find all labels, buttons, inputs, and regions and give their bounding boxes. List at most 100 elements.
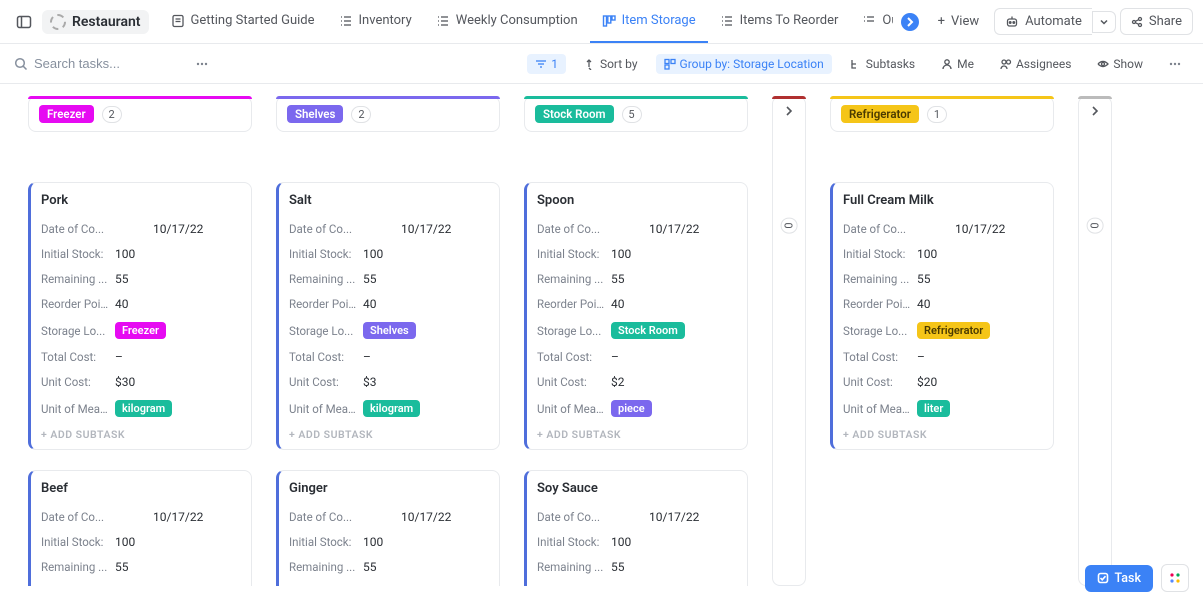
card-title: Salt	[289, 193, 489, 208]
task-card[interactable]: Pork Date of Co...10/17/22 Initial Stock…	[28, 182, 252, 450]
show-button[interactable]: Show	[1089, 54, 1151, 74]
field-value: 100	[363, 535, 383, 549]
automate-label: Automate	[1025, 14, 1082, 29]
tab-label: Inventory	[359, 13, 412, 28]
tab-label: Ou	[882, 13, 892, 28]
field-label: Total Cost:	[41, 350, 109, 364]
field-label: Date of Co...	[289, 222, 357, 236]
task-card[interactable]: Spoon Date of Co...10/17/22 Initial Stoc…	[524, 182, 748, 450]
card-title: Pork	[41, 193, 241, 208]
add-view-button[interactable]: + View	[927, 8, 991, 35]
column-header[interactable]: Shelves 2	[276, 96, 500, 132]
filter-count: 1	[551, 57, 558, 71]
field-value: 55	[115, 272, 129, 286]
collapsed-column[interactable]: 0	[1078, 96, 1112, 586]
sort-button[interactable]: Sort by	[576, 54, 646, 74]
filter-chip[interactable]: 1	[527, 54, 566, 74]
subtasks-button[interactable]: Subtasks	[842, 54, 923, 74]
field-value: 100	[917, 247, 937, 261]
board-column-freezer: Freezer 2 Pork Date of Co...10/17/22 Ini…	[28, 96, 252, 586]
uom-tag: kilogram	[115, 400, 172, 417]
tab-label: Items To Reorder	[740, 13, 839, 28]
task-card[interactable]: Soy Sauce Date of Co...10/17/22 Initial …	[524, 470, 748, 586]
toolbar-more-icon[interactable]	[1161, 50, 1189, 78]
field-value: 55	[611, 272, 625, 286]
column-cards: Full Cream Milk Date of Co...10/17/22 In…	[830, 182, 1054, 450]
field-label: Reorder Poi...	[289, 297, 357, 311]
tabs-scroll-right[interactable]	[901, 13, 919, 31]
column-tag: Freezer	[39, 105, 94, 123]
field-value: 40	[363, 297, 377, 311]
share-button[interactable]: Share	[1120, 8, 1193, 35]
column-header[interactable]: Refrigerator 1	[830, 96, 1054, 132]
view-toolbar: 1 Sort by Group by: Storage Location Sub…	[0, 44, 1203, 84]
task-card[interactable]: Full Cream Milk Date of Co...10/17/22 In…	[830, 182, 1054, 450]
uom-tag: piece	[611, 400, 652, 417]
share-label: Share	[1149, 14, 1182, 29]
field-value: 10/17/22	[955, 222, 1005, 236]
board-column-refrigerator: Refrigerator 1 Full Cream Milk Date of C…	[830, 96, 1054, 586]
column-cards: Spoon Date of Co...10/17/22 Initial Stoc…	[524, 182, 748, 586]
sort-label: Sort by	[600, 57, 638, 71]
column-header[interactable]: Stock Room 5	[524, 96, 748, 132]
field-label: Total Cost:	[537, 350, 605, 364]
field-label: Initial Stock:	[537, 535, 605, 549]
task-card[interactable]: Ginger Date of Co...10/17/22 Initial Sto…	[276, 470, 500, 586]
field-value: 40	[611, 297, 625, 311]
add-subtask-button[interactable]: + ADD SUBTASK	[41, 428, 241, 441]
tab-out-of-stock[interactable]: Ou	[850, 0, 892, 43]
collapsed-column[interactable]: 0	[772, 96, 806, 586]
field-value: $3	[363, 375, 377, 389]
assignees-button[interactable]: Assignees	[992, 54, 1079, 74]
list-icon	[720, 14, 734, 28]
task-card[interactable]: Salt Date of Co...10/17/22 Initial Stock…	[276, 182, 500, 450]
field-value: 100	[611, 535, 631, 549]
tab-inventory[interactable]: Inventory	[327, 0, 424, 43]
search-icon	[14, 57, 28, 71]
search-input[interactable]	[34, 56, 174, 71]
add-subtask-button[interactable]: + ADD SUBTASK	[289, 428, 489, 441]
field-label: Storage Lo...	[843, 324, 911, 338]
apps-button[interactable]	[1161, 564, 1189, 592]
workspace-name: Restaurant	[72, 14, 141, 30]
field-label: Unit Cost:	[537, 375, 605, 389]
tab-label: Item Storage	[622, 13, 696, 28]
field-value: 10/17/22	[649, 510, 699, 524]
automate-dropdown[interactable]	[1092, 11, 1116, 33]
search-more-icon[interactable]	[188, 50, 216, 78]
field-label: Total Cost:	[843, 350, 911, 364]
field-label: Date of Co...	[41, 510, 109, 524]
field-value: 10/17/22	[153, 510, 203, 524]
plus-icon: +	[938, 14, 945, 29]
field-label: Reorder Poi...	[843, 297, 911, 311]
me-button[interactable]: Me	[933, 54, 982, 74]
new-task-button[interactable]: Task	[1085, 565, 1154, 592]
field-value: 55	[611, 560, 625, 574]
card-title: Full Cream Milk	[843, 193, 1043, 208]
group-by-chip[interactable]: Group by: Storage Location	[656, 54, 832, 74]
field-label: Remaining ...	[289, 272, 357, 286]
workspace-badge[interactable]: Restaurant	[42, 10, 149, 34]
column-count: 1	[927, 106, 947, 123]
sidebar-collapse-icon[interactable]	[10, 8, 38, 36]
task-card[interactable]: Beef Date of Co...10/17/22 Initial Stock…	[28, 470, 252, 586]
add-subtask-button[interactable]: + ADD SUBTASK	[843, 428, 1043, 441]
tab-items-to-reorder[interactable]: Items To Reorder	[708, 0, 851, 43]
field-label: Date of Co...	[41, 222, 109, 236]
assignees-label: Assignees	[1016, 57, 1071, 71]
field-label: Unit Cost:	[41, 375, 109, 389]
board-icon	[602, 14, 616, 28]
uom-tag: kilogram	[363, 400, 420, 417]
field-label: Reorder Poi...	[537, 297, 605, 311]
add-subtask-button[interactable]: + ADD SUBTASK	[537, 428, 737, 441]
column-header[interactable]: Freezer 2	[28, 96, 252, 132]
column-count: 2	[351, 106, 371, 123]
card-title: Beef	[41, 481, 241, 496]
column-count: 0	[1087, 217, 1104, 233]
field-label: Unit of Mea...	[41, 402, 109, 416]
tab-item-storage[interactable]: Item Storage	[590, 0, 708, 43]
field-value: $2	[611, 375, 625, 389]
tab-weekly-consumption[interactable]: Weekly Consumption	[424, 0, 590, 43]
automate-button[interactable]: Automate	[994, 8, 1092, 35]
tab-getting-started[interactable]: Getting Started Guide	[159, 0, 327, 43]
